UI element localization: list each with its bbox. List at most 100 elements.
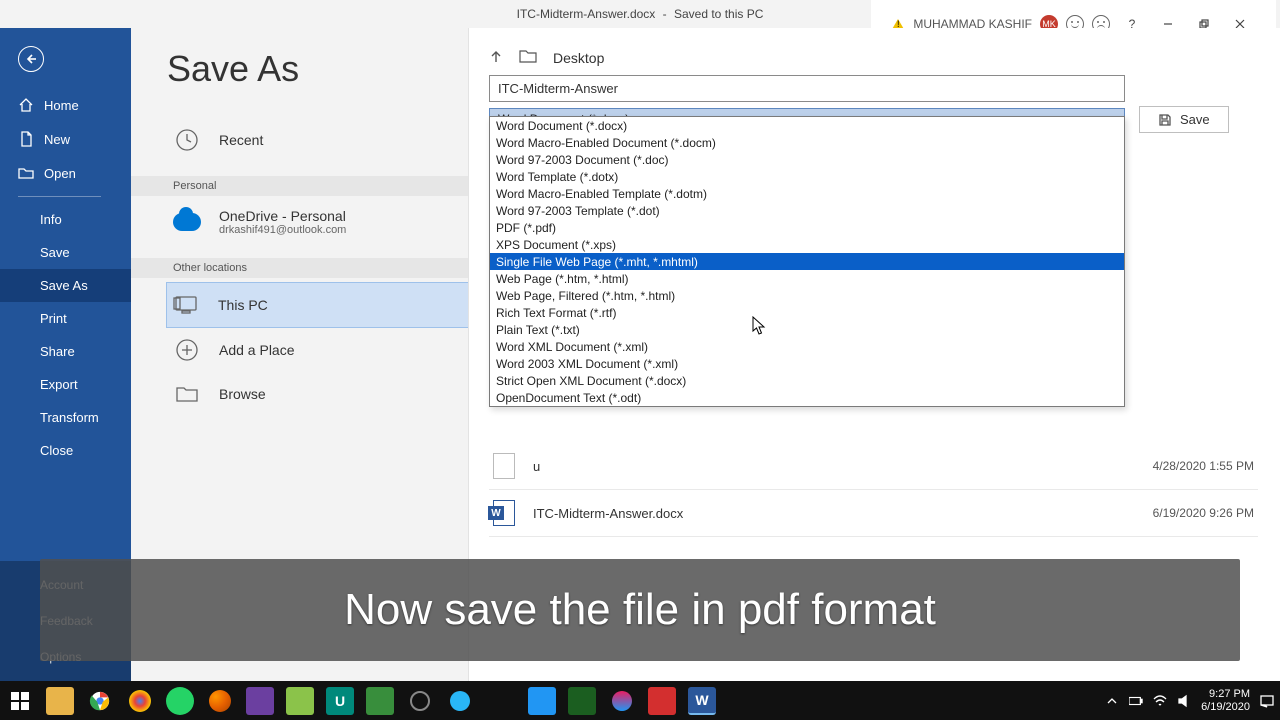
nav-open[interactable]: Open: [0, 156, 131, 190]
filetype-option[interactable]: OpenDocument Text (*.odt): [490, 389, 1124, 406]
document-name: ITC-Midterm-Answer.docx: [517, 7, 656, 21]
loc-recent[interactable]: Recent: [167, 118, 468, 162]
document-icon: [18, 131, 34, 147]
filetype-option[interactable]: Plain Text (*.txt): [490, 321, 1124, 338]
cloud-icon: [173, 208, 201, 236]
taskbar-app[interactable]: [286, 687, 314, 715]
battery-icon[interactable]: [1129, 694, 1143, 708]
filetype-option[interactable]: Word Macro-Enabled Document (*.docm): [490, 134, 1124, 151]
filetype-option[interactable]: Strict Open XML Document (*.docx): [490, 372, 1124, 389]
loc-onedrive-label: OneDrive - Personal: [219, 208, 346, 224]
nav-info[interactable]: Info: [0, 203, 131, 236]
pc-icon: [172, 291, 200, 319]
filetype-dropdown[interactable]: Word Document (*.docx)Word Macro-Enabled…: [489, 116, 1125, 407]
taskbar-app[interactable]: [246, 687, 274, 715]
loc-browse-label: Browse: [219, 386, 266, 402]
path-folder-icon: [519, 48, 537, 67]
file-row[interactable]: ITC-Midterm-Answer.docx 6/19/2020 9:26 P…: [489, 490, 1258, 537]
taskbar-app[interactable]: [126, 687, 154, 715]
taskbar-chrome[interactable]: [86, 687, 114, 715]
mouse-cursor: [752, 316, 766, 336]
add-place-icon: [173, 336, 201, 364]
loc-add-place[interactable]: Add a Place: [167, 328, 468, 372]
filetype-option[interactable]: Web Page (*.htm, *.html): [490, 270, 1124, 287]
taskbar-camtasia[interactable]: [366, 687, 394, 715]
loc-onedrive-email: drkashif491@outlook.com: [219, 224, 346, 236]
path-up-button[interactable]: [489, 49, 503, 66]
save-button[interactable]: Save: [1139, 106, 1229, 133]
filetype-option[interactable]: Word Document (*.docx): [490, 117, 1124, 134]
taskbar-word[interactable]: W: [688, 687, 716, 715]
filetype-option[interactable]: Web Page, Filtered (*.htm, *.html): [490, 287, 1124, 304]
tray-time: 9:27 PM: [1201, 688, 1250, 700]
filetype-option[interactable]: Word 97-2003 Document (*.doc): [490, 151, 1124, 168]
nav-open-label: Open: [44, 166, 76, 181]
page-title: Save As: [167, 48, 468, 90]
loc-this-pc[interactable]: This PC: [166, 282, 468, 328]
back-button[interactable]: [18, 46, 44, 72]
save-icon: [1158, 113, 1172, 127]
nav-new[interactable]: New: [0, 122, 131, 156]
file-date: 6/19/2020 9:26 PM: [1153, 506, 1254, 520]
tray-date: 6/19/2020: [1201, 701, 1250, 713]
nav-save-as[interactable]: Save As: [0, 269, 131, 302]
loc-add-place-label: Add a Place: [219, 342, 295, 358]
section-personal: Personal: [131, 176, 468, 196]
filetype-option[interactable]: Word 2003 XML Document (*.xml): [490, 355, 1124, 372]
wifi-icon[interactable]: [1153, 694, 1167, 708]
title-bar: ITC-Midterm-Answer.docx - Saved to this …: [0, 0, 1280, 28]
file-row[interactable]: u 4/28/2020 1:55 PM: [489, 443, 1258, 490]
filetype-option[interactable]: Rich Text Format (*.rtf): [490, 304, 1124, 321]
loc-this-pc-label: This PC: [218, 297, 268, 313]
taskbar-obs[interactable]: [406, 687, 434, 715]
filetype-option[interactable]: PDF (*.pdf): [490, 219, 1124, 236]
taskbar-app[interactable]: [446, 687, 474, 715]
clock-icon: [173, 126, 201, 154]
home-icon: [18, 97, 34, 113]
nav-export[interactable]: Export: [0, 368, 131, 401]
word-backstage: ITC-Midterm-Answer.docx - Saved to this …: [0, 0, 1280, 681]
filetype-option[interactable]: Word 97-2003 Template (*.dot): [490, 202, 1124, 219]
start-button[interactable]: [6, 687, 34, 715]
section-other: Other locations: [131, 258, 468, 278]
nav-share[interactable]: Share: [0, 335, 131, 368]
taskbar-pycharm[interactable]: [568, 687, 596, 715]
folder-open-icon: [18, 165, 34, 181]
nav-new-label: New: [44, 132, 70, 147]
taskbar-whatsapp[interactable]: [166, 687, 194, 715]
generic-file-icon: [493, 453, 515, 479]
windows-taskbar[interactable]: U W 9:27 PM 6/19/2020: [0, 681, 1280, 720]
filename-input[interactable]: [489, 75, 1125, 102]
file-name: ITC-Midterm-Answer.docx: [533, 506, 683, 521]
save-status: Saved to this PC: [674, 7, 763, 21]
file-date: 4/28/2020 1:55 PM: [1153, 459, 1254, 473]
system-tray[interactable]: 9:27 PM 6/19/2020: [1105, 688, 1274, 712]
filetype-option[interactable]: Single File Web Page (*.mht, *.mhtml): [490, 253, 1124, 270]
taskbar-zoom[interactable]: [528, 687, 556, 715]
filetype-option[interactable]: XPS Document (*.xps): [490, 236, 1124, 253]
nav-print[interactable]: Print: [0, 302, 131, 335]
volume-icon[interactable]: [1177, 694, 1191, 708]
taskbar-firefox[interactable]: [206, 687, 234, 715]
taskbar-app[interactable]: U: [326, 687, 354, 715]
filetype-option[interactable]: Word XML Document (*.xml): [490, 338, 1124, 355]
save-button-label: Save: [1180, 112, 1210, 127]
file-name: u: [533, 459, 540, 474]
path-label[interactable]: Desktop: [553, 50, 604, 66]
nav-home[interactable]: Home: [0, 88, 131, 122]
tray-chevron-icon[interactable]: [1105, 694, 1119, 708]
nav-transform[interactable]: Transform: [0, 401, 131, 434]
nav-save[interactable]: Save: [0, 236, 131, 269]
taskbar-explorer[interactable]: [46, 687, 74, 715]
nav-separator: [18, 196, 101, 197]
taskbar-app[interactable]: [648, 687, 676, 715]
loc-onedrive[interactable]: OneDrive - Personal drkashif491@outlook.…: [167, 200, 468, 244]
tray-clock[interactable]: 9:27 PM 6/19/2020: [1201, 688, 1250, 712]
loc-browse[interactable]: Browse: [167, 372, 468, 416]
notifications-icon[interactable]: [1260, 694, 1274, 708]
folder-icon: [173, 380, 201, 408]
filetype-option[interactable]: Word Macro-Enabled Template (*.dotm): [490, 185, 1124, 202]
filetype-option[interactable]: Word Template (*.dotx): [490, 168, 1124, 185]
taskbar-app[interactable]: [608, 687, 636, 715]
nav-close[interactable]: Close: [0, 434, 131, 467]
